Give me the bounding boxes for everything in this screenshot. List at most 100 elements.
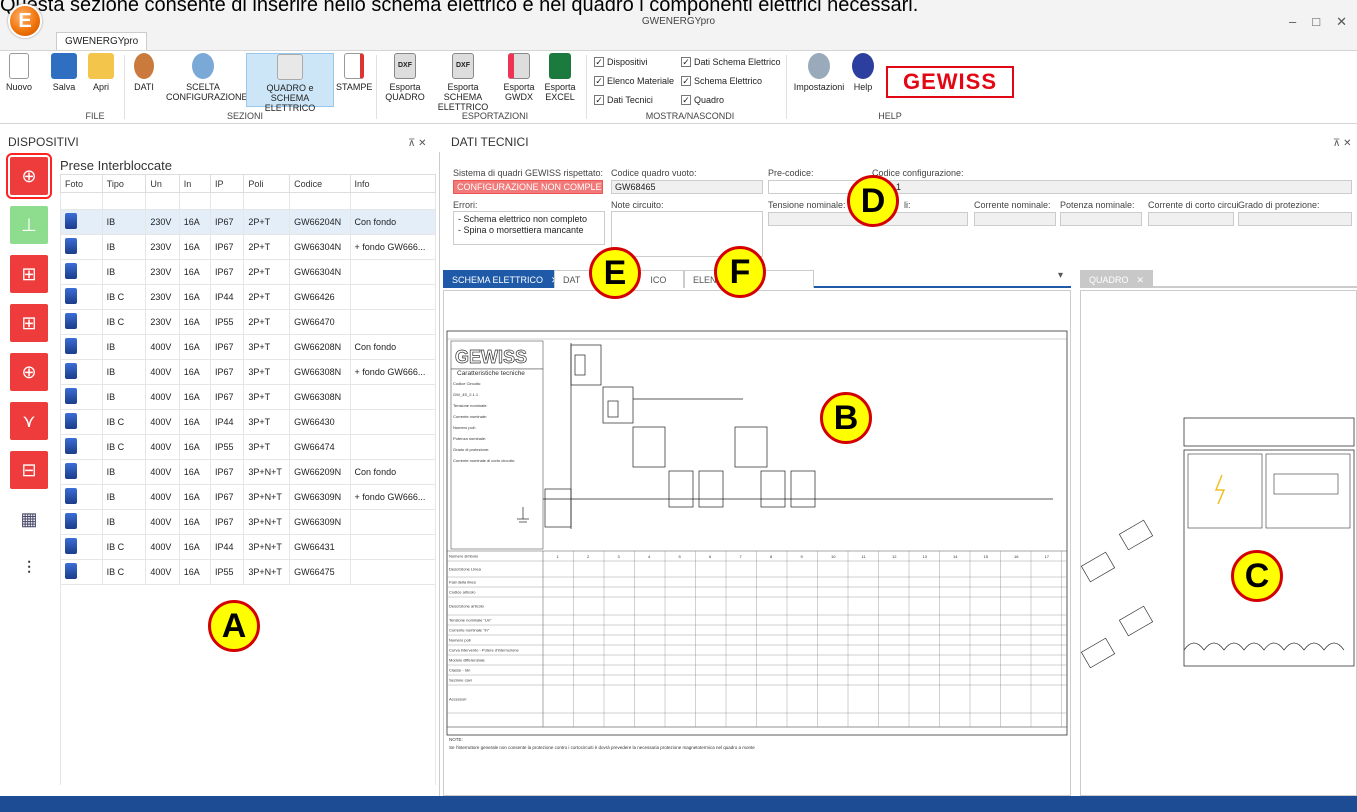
table-row[interactable]: IB 230V 16A IP67 2P+T GW66304N + fondo GW666..… [60,234,437,260]
table-cell: IP55 [209,434,245,460]
panel-pin-icon[interactable]: ⊼ ✕ [1333,138,1351,149]
table-row[interactable]: IB 230V 16A IP67 2P+T GW66304N [60,259,437,285]
sheet-column-number: 13 [923,554,928,559]
table-cell: 16A [178,284,211,310]
table-row[interactable]: IB 400V 16A IP67 3P+N+T GW66209N Con fondo [60,459,437,485]
col-ip[interactable]: IP [209,174,245,193]
tab-schema-elettrico[interactable]: SCHEMA ELETTRICO✕ [443,270,568,288]
col-poli[interactable]: Poli [243,174,291,193]
export-gwdx-button[interactable]: Esporta GWDX [502,53,536,102]
export-excel-button[interactable]: Esporta EXCEL [542,53,578,102]
table-row[interactable]: IB 400V 16A IP67 3P+T GW66208N Con fondo [60,334,437,360]
panel-pin-icon[interactable]: ⊼ ✕ [408,138,426,149]
grado-protezione-value [1238,212,1352,226]
export-schema-button[interactable]: DXF Esporta SCHEMA ELETTRICO [428,53,498,112]
table-row[interactable]: IB 230V 16A IP67 2P+T GW66204N Con fondo [60,209,437,235]
tool-switch[interactable]: ⊞ [10,304,48,342]
hinge-icon [1080,519,1154,669]
scelta-configurazione-button[interactable]: SCELTA CONFIGURAZIONE [166,53,248,102]
stampe-button[interactable]: STAMPE [336,53,372,92]
col-tipo[interactable]: Tipo [101,174,147,193]
device-photo-icon [65,463,77,479]
col-un[interactable]: Un [145,174,180,193]
errori-label: Errori: [453,200,478,210]
sheet-field-label: Potenza nominale: [453,436,486,441]
table-cell [349,259,437,285]
checkbox-icon: ✓ [594,95,604,105]
export-quadro-button[interactable]: DXF Esporta QUADRO [382,53,428,102]
minimize-button[interactable]: – [1289,14,1296,30]
table-cell: GW66426 [289,284,351,310]
table-cell: IB C [101,409,147,435]
sheet-row-label: Sezione cavi [449,678,472,683]
table-cell: IP67 [209,334,245,360]
device-photo-icon [65,413,77,429]
table-row[interactable]: IB 400V 16A IP67 3P+N+T GW66309N [60,509,437,535]
table-row[interactable]: IB C 230V 16A IP44 2P+T GW66426 [60,284,437,310]
checkbox-elenco-materiale[interactable]: ✓ Elenco Materiale [594,76,674,86]
table-cell: IB [101,509,147,535]
tab-quadro[interactable]: QUADRO ✕ [1080,270,1154,288]
grado-protezione-label: Grado di protezione: [1238,200,1320,210]
gwdx-icon [508,53,530,79]
table-cell [349,559,437,585]
window-controls: – □ ✕ [1289,14,1347,30]
table-cell: 400V [145,334,180,360]
table-row[interactable]: IB C 400V 16A IP44 3P+T GW66430 [60,409,437,435]
table-row[interactable]: IB 400V 16A IP67 3P+T GW66308N + fondo GW666..… [60,359,437,385]
callout-f: F [714,246,766,298]
table-cell: 16A [178,359,211,385]
tool-connection[interactable]: ⊥ [10,206,48,244]
col-info[interactable]: Info [349,174,437,193]
dati-button[interactable]: DATI [128,53,160,92]
table-cell: GW66308N [289,359,351,385]
gear-icon [808,53,830,79]
checkbox-icon: ✓ [594,76,604,86]
open-button[interactable]: Apri [86,53,116,92]
save-button[interactable]: Salva [48,53,80,92]
checkbox-dispositivi[interactable]: ✓ Dispositivi [594,57,648,67]
table-cell: 16A [178,384,211,410]
tabs-dropdown-icon[interactable]: ▾ [1058,270,1063,281]
col-codice[interactable]: Codice [289,174,351,193]
checkbox-schema-elettrico[interactable]: ✓ Schema Elettrico [681,76,762,86]
table-row[interactable]: IB 400V 16A IP67 3P+T GW66308N [60,384,437,410]
corrente-label: Corrente nominale: [974,200,1051,210]
checkbox-dati-schema[interactable]: ✓ Dati Schema Elettrico [681,57,781,67]
table-cell: 400V [145,459,180,485]
table-cell: Con fondo [349,459,437,485]
checkbox-dati-tecnici[interactable]: ✓ Dati Tecnici [594,95,653,105]
tool-breaker[interactable]: ⊞ [10,255,48,293]
table-cell: 16A [178,309,211,335]
new-button[interactable]: Nuovo [4,53,34,92]
table-cell: 230V [145,284,180,310]
tool-terminal[interactable]: ⋎ [10,402,48,440]
table-row[interactable]: IB C 400V 16A IP55 3P+N+T GW66475 [60,559,437,585]
col-in[interactable]: In [178,174,211,193]
app-logo-icon[interactable]: E [8,4,42,38]
sheet-field-label: Codice Circuito: [453,381,481,386]
table-row[interactable]: IB C 400V 16A IP55 3P+T GW66474 [60,434,437,460]
quadro-schema-button[interactable]: QUADRO e SCHEMA ELETTRICO [246,53,334,113]
col-foto[interactable]: Foto [60,174,103,193]
tool-fuse[interactable]: ⊕ [10,353,48,391]
maximize-button[interactable]: □ [1312,14,1320,30]
close-button[interactable]: ✕ [1336,14,1347,30]
checkbox-icon: ✓ [681,57,691,67]
close-tab-icon[interactable]: ✕ [1137,275,1145,285]
table-row[interactable]: IB C 400V 16A IP44 3P+N+T GW66431 [60,534,437,560]
checkbox-quadro[interactable]: ✓ Quadro [681,95,724,105]
table-header-row: Foto Tipo Un In IP Poli Codice Info [60,174,437,193]
tool-prese-interbloccate[interactable]: ⊕ [6,153,52,199]
table-cell: IB [101,384,147,410]
tool-accessories[interactable]: ⫶ [10,549,48,587]
tool-module[interactable]: ▦ [10,500,48,538]
tool-plug[interactable]: ⊟ [10,451,48,489]
table-row[interactable]: IB 400V 16A IP67 3P+N+T GW66309N + fondo GW666… [60,484,437,510]
table-cell: IB C [101,309,147,335]
sheet-field-label: Tensione nominale: [453,403,487,408]
settings-button[interactable]: Impostazioni [792,53,846,92]
help-button[interactable]: Help [850,53,876,92]
ribbon-tab-gwenergypro[interactable]: GWENERGYpro [56,32,148,50]
table-row[interactable]: IB C 230V 16A IP55 2P+T GW66470 [60,309,437,335]
